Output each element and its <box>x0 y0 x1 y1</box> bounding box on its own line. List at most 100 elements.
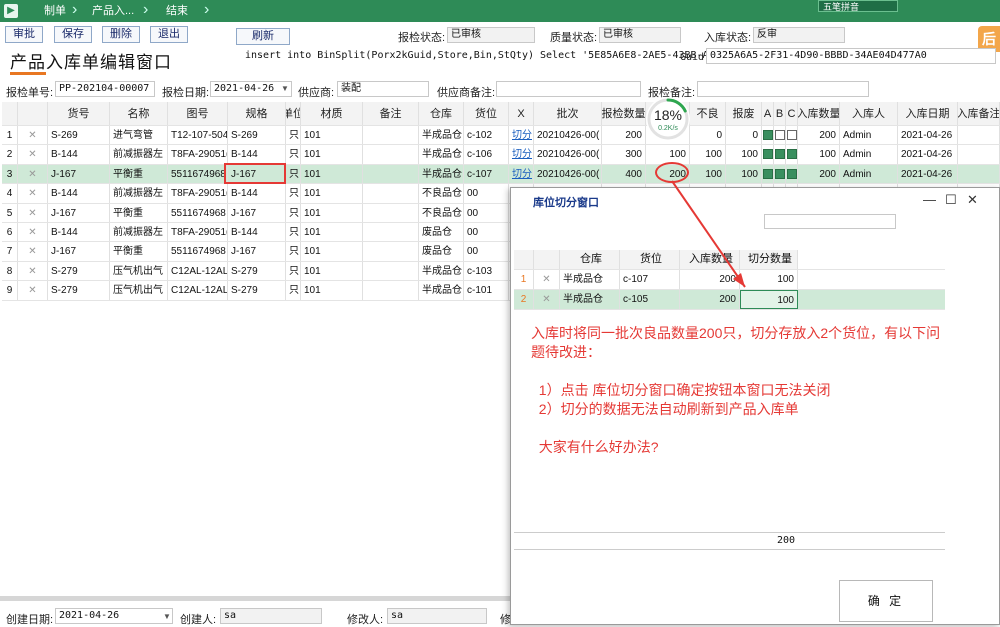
refresh-button[interactable]: 刷新 <box>236 28 290 45</box>
column-header-split[interactable]: X <box>509 102 534 125</box>
column-header-material[interactable]: 材质 <box>301 102 363 125</box>
ok-button[interactable]: 确 定 <box>839 580 933 622</box>
created-date-field[interactable]: 2021-04-26 <box>55 608 173 624</box>
minimize-icon[interactable]: — <box>923 192 936 207</box>
column-header-drawing[interactable]: 图号 <box>168 102 228 125</box>
cell-unit: 只 <box>286 261 301 281</box>
column-header-scrap[interactable]: 报废 <box>726 102 762 125</box>
cell-split[interactable]: 切分 <box>509 126 534 145</box>
column-header-x[interactable] <box>18 102 48 125</box>
chevron-down-icon[interactable]: ▼ <box>163 612 171 621</box>
column-header-note[interactable]: 备注 <box>363 102 419 125</box>
cell-warehouse: 废品仓 <box>419 223 464 242</box>
delete-row-icon[interactable]: ✕ <box>534 290 560 309</box>
split-cell-split-qty[interactable]: 100 <box>740 270 798 289</box>
footer-scrollbar[interactable] <box>0 596 510 601</box>
save-button[interactable]: 保存 <box>54 26 92 43</box>
inspect-note-field[interactable] <box>697 81 869 97</box>
guid-field[interactable]: 0325A6A5-2F31-4D90-BBBD-34AE04D477A0 <box>706 48 996 64</box>
column-header-spec[interactable]: 规格 <box>228 102 286 125</box>
split-column-header-warehouse[interactable]: 仓库 <box>560 250 620 269</box>
supplier-label: 供应商: <box>298 87 335 99</box>
column-header-a[interactable]: A <box>762 102 774 125</box>
cell-batch: 20210426-00( <box>534 145 602 164</box>
cell-unit: 只 <box>286 242 301 261</box>
column-header-b[interactable]: B <box>774 102 786 125</box>
column-header-qty[interactable]: 报检数量 <box>602 102 646 125</box>
approve-button[interactable]: 审批 <box>5 26 43 43</box>
exit-button[interactable]: 退出 <box>150 26 188 43</box>
split-column-header-bin[interactable]: 货位 <box>620 250 680 269</box>
note-line: 题待改进： <box>531 344 601 360</box>
cell-note <box>363 145 419 164</box>
breadcrumb-step-2[interactable]: 产品入... <box>92 0 134 22</box>
dialog-search-input[interactable] <box>764 214 896 229</box>
checkbox-icon[interactable] <box>763 130 773 140</box>
delete-row-icon[interactable]: ✕ <box>18 261 48 281</box>
checkbox-icon[interactable] <box>787 168 797 179</box>
checkbox-icon[interactable] <box>763 168 773 179</box>
split-column-header-x[interactable] <box>534 250 560 269</box>
cell-material: 101 <box>301 242 363 261</box>
cell-warehouse: 半成品仓 <box>419 164 464 184</box>
app-icon[interactable]: ▶ <box>4 4 18 18</box>
column-header-code[interactable]: 货号 <box>48 102 110 125</box>
doc-no-field[interactable]: PP-202104-00007 <box>55 81 155 97</box>
cell-code: J-167 <box>48 203 110 222</box>
table-row[interactable]: 2 ✕ B-144 前减振器左 T8FA-29051(B-144 只 101 半成品仓 c-10… <box>2 145 1000 165</box>
delete-row-icon[interactable]: ✕ <box>18 184 48 203</box>
column-header-warehouse[interactable]: 仓库 <box>419 102 464 125</box>
column-header-in-note[interactable]: 入库备注 <box>958 102 1000 125</box>
delete-button[interactable]: 删除 <box>102 26 140 43</box>
date-field[interactable]: 2021-04-26 <box>210 81 292 97</box>
cell-code: S-279 <box>48 261 110 281</box>
column-header-bad[interactable]: 不良 <box>690 102 726 125</box>
split-column-header-in-qty[interactable]: 入库数量 <box>680 250 740 269</box>
delete-row-icon[interactable]: ✕ <box>534 270 560 289</box>
ime-indicator[interactable]: 五笔拼音 <box>818 0 898 12</box>
split-column-header-split-qty[interactable]: 切分数量 <box>740 250 798 269</box>
column-header-name[interactable]: 名称 <box>110 102 168 125</box>
table-row[interactable]: 1 ✕ S-269 进气弯管 T12-107-504 S-269 只 101 半成品仓 c-102… <box>2 126 1000 146</box>
delete-row-icon[interactable]: ✕ <box>18 242 48 261</box>
checkbox-icon[interactable] <box>775 149 785 160</box>
close-icon[interactable]: ✕ <box>967 192 978 208</box>
checkbox-icon[interactable] <box>763 149 773 160</box>
checkbox-icon[interactable] <box>787 130 797 140</box>
supplier-note-field[interactable] <box>496 81 641 97</box>
column-header-in-date[interactable]: 入库日期 <box>898 102 958 125</box>
checkbox-icon[interactable] <box>775 130 785 140</box>
cell-code: J-167 <box>48 242 110 261</box>
column-header-unit[interactable]: 单位 <box>286 102 301 125</box>
column-header-user[interactable]: 入库人 <box>840 102 898 125</box>
split-column-header-no[interactable] <box>514 250 534 269</box>
checkbox-icon[interactable] <box>775 168 785 179</box>
column-header-no[interactable] <box>2 102 18 125</box>
maximize-icon[interactable]: ☐ <box>945 192 957 208</box>
breadcrumb-step-3[interactable]: 结束 <box>166 0 188 22</box>
breadcrumb-step-1[interactable]: 制单 <box>44 0 66 22</box>
inspect-status-field: 已审核 <box>447 27 535 43</box>
cell-split[interactable]: 切分 <box>509 145 534 164</box>
cell-in-qty: 200 <box>798 126 840 145</box>
delete-row-icon[interactable]: ✕ <box>18 145 48 164</box>
column-header-bin[interactable]: 货位 <box>464 102 509 125</box>
cell-unit: 只 <box>286 281 301 300</box>
delete-row-icon[interactable]: ✕ <box>18 126 48 145</box>
split-row[interactable]: 2 ✕ 半成品仓 c-105 200 100 <box>514 290 945 310</box>
delete-row-icon[interactable]: ✕ <box>18 223 48 242</box>
cell-in-qty: 200 <box>798 164 840 184</box>
delete-row-icon[interactable]: ✕ <box>18 164 48 184</box>
chevron-down-icon[interactable]: ▼ <box>281 84 289 93</box>
delete-row-icon[interactable]: ✕ <box>18 203 48 222</box>
split-row[interactable]: 1 ✕ 半成品仓 c-107 200 100 <box>514 270 945 290</box>
table-row[interactable]: 3 ✕ J-167 平衡重 5511674968 J-167 只 101 半成品仓 c-107 切分… <box>2 164 1000 185</box>
delete-row-icon[interactable]: ✕ <box>18 281 48 300</box>
supplier-field[interactable]: 装配 <box>337 81 429 97</box>
column-header-batch[interactable]: 批次 <box>534 102 602 125</box>
cell-split[interactable]: 切分 <box>509 164 534 184</box>
column-header-c[interactable]: C <box>786 102 798 125</box>
checkbox-icon[interactable] <box>787 149 797 160</box>
column-header-in-qty[interactable]: 入库数量 <box>798 102 840 125</box>
split-cell-split-qty[interactable]: 100 <box>740 290 798 309</box>
